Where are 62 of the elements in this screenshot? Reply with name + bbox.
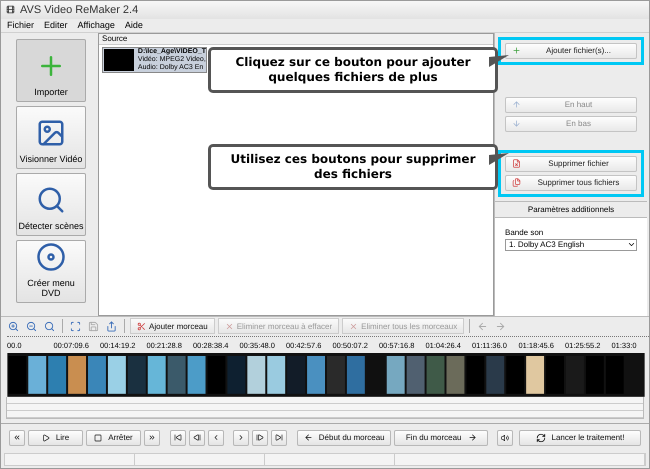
sidebar-button[interactable]: Visionner Vidéo: [16, 106, 86, 169]
zoom-in-icon: [8, 320, 19, 332]
forward-button[interactable]: [144, 430, 160, 446]
callout-pointer-icon: [489, 152, 509, 167]
process-button[interactable]: Lancer le traitement!: [519, 430, 641, 446]
callout-pointer-icon: [489, 54, 509, 69]
dvd-icon: [36, 242, 66, 272]
right-arrow-icon: [495, 320, 506, 332]
right-icon: [237, 433, 245, 442]
floppy-icon: [88, 320, 99, 332]
frame-icon: [70, 320, 81, 332]
magnifier-icon: [44, 320, 55, 332]
window-title: AVS Video ReMaker 2.4: [20, 4, 138, 16]
rewind-button[interactable]: [9, 430, 25, 446]
delete-mark-icon: [224, 322, 234, 331]
step-forward-icon: [256, 433, 264, 442]
files-delete-icon: [512, 178, 521, 188]
back-step-button[interactable]: [189, 430, 206, 446]
section-header: Paramètres additionnels: [495, 200, 647, 218]
stop-button[interactable]: Arrêter: [86, 430, 141, 446]
down-arrow-icon: [512, 119, 521, 128]
sidebar-button[interactable]: Détecter scènes: [16, 172, 86, 236]
mark-start-button[interactable]: Début du morceau: [297, 430, 392, 446]
skip-end-icon: [275, 433, 283, 442]
menu-item[interactable]: Editer: [44, 20, 68, 30]
scissors-icon: [137, 322, 146, 331]
toolbar-button[interactable]: Ajouter morceau: [130, 318, 215, 334]
first-frame-button[interactable]: [170, 430, 186, 446]
file-button[interactable]: Supprimer tous fichiers: [505, 174, 637, 191]
double-right-icon: [148, 433, 156, 442]
callout-text: Utilisez ces boutons pour supprimer des fichiers: [208, 144, 498, 190]
file-button[interactable]: Supprimer fichier: [505, 156, 637, 172]
step-forward-button[interactable]: [252, 430, 268, 446]
export-icon: [106, 320, 117, 332]
file-button[interactable]: Ajouter fichier(s)...: [505, 42, 637, 59]
sidebar-button[interactable]: Importer: [16, 38, 86, 102]
play-button[interactable]: Lire: [28, 430, 83, 446]
skip-start-icon: [174, 433, 182, 442]
audio-track-dropdown[interactable]: 1. Dolby AC3 English: [505, 238, 637, 251]
plus-icon: [512, 46, 521, 56]
last-frame-button[interactable]: [271, 430, 287, 446]
callout-text: Cliquez sur ce bouton pour ajouter quelques fichiers de plus: [208, 46, 498, 93]
step-back-icon: [193, 433, 202, 442]
zoom-out-icon: [26, 320, 37, 332]
mark-end-button[interactable]: Fin du morceau: [394, 430, 488, 446]
menu-item[interactable]: Fichier: [7, 20, 34, 30]
sidebar-button[interactable]: Créer menu DVD: [16, 240, 86, 303]
video-thumbnail: [104, 48, 134, 71]
file-delete-icon: [512, 159, 521, 168]
panel-header: Source: [99, 34, 493, 45]
menu-item[interactable]: Affichage: [78, 20, 115, 30]
double-left-icon: [13, 433, 21, 442]
app-icon: [6, 5, 15, 14]
play-icon: [42, 434, 50, 442]
left-arrow-icon: [477, 320, 488, 332]
menu-item[interactable]: Aide: [124, 20, 143, 30]
up-arrow-icon: [512, 100, 521, 110]
volume-button[interactable]: [497, 430, 513, 446]
refresh-icon: [536, 432, 546, 443]
stop-icon: [94, 434, 102, 442]
speaker-icon: [501, 432, 509, 443]
field-label: Bande son: [505, 228, 544, 237]
